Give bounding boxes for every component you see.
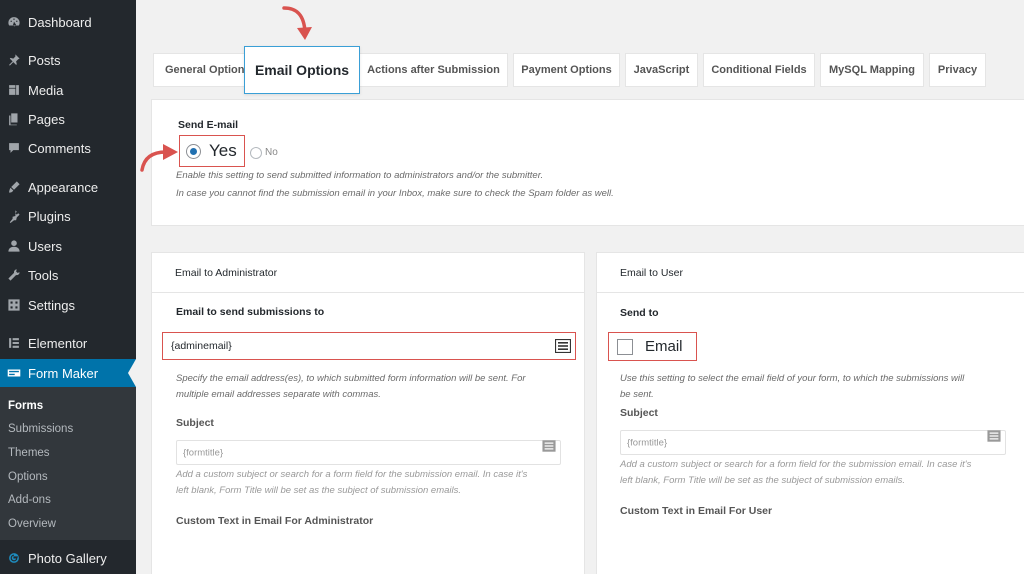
sidebar-item-pages[interactable]: Pages xyxy=(0,105,136,133)
sidebar-item-label: Media xyxy=(28,82,64,98)
wrench-icon xyxy=(7,268,21,282)
admin-custom-text-label: Custom Text in Email For Administrator xyxy=(176,515,374,527)
field-list-icon[interactable] xyxy=(554,338,572,354)
sidebar-item-dashboard[interactable]: Dashboard xyxy=(0,8,136,36)
submenu-item-forms[interactable]: Forms xyxy=(8,400,43,412)
sidebar-item-label: Pages xyxy=(28,111,65,127)
send-email-description-2: In case you cannot find the submission e… xyxy=(176,188,614,199)
sidebar-item-label: Users xyxy=(28,238,62,254)
admin-subject-value: {formtitle} xyxy=(183,447,224,458)
annotation-arrow-icon xyxy=(140,144,178,172)
admin-subject-label: Subject xyxy=(176,417,214,429)
tab-email-options[interactable]: Email Options xyxy=(244,46,360,94)
user-custom-text-label: Custom Text in Email For User xyxy=(620,505,773,517)
sidebar-item-media[interactable]: Media xyxy=(0,76,136,104)
tab-conditional-fields[interactable]: Conditional Fields xyxy=(703,53,815,87)
sidebar-item-label: Elementor xyxy=(28,335,88,351)
user-send-description-1: Use this setting to select the email fie… xyxy=(620,373,965,384)
sidebar-item-elementor[interactable]: Elementor xyxy=(0,329,136,357)
sidebar-item-label: Photo Gallery xyxy=(28,550,107,566)
paintbrush-icon xyxy=(7,180,21,194)
sidebar-item-label: Appearance xyxy=(28,179,99,195)
user-icon xyxy=(7,239,21,253)
sidebar-item-users[interactable]: Users xyxy=(0,232,136,260)
sidebar-item-form-maker[interactable]: Form Maker xyxy=(0,359,136,387)
admin-subject-description-1: Add a custom subject or search for a for… xyxy=(176,469,528,480)
settings-icon xyxy=(7,298,21,312)
admin-send-description-2: multiple email addresses separate with c… xyxy=(176,389,381,400)
tab-privacy[interactable]: Privacy xyxy=(929,53,986,87)
sidebar-item-label: Settings xyxy=(28,297,75,313)
send-email-label: Send E-mail xyxy=(178,119,239,131)
form-maker-submenu: Forms Submissions Themes Options Add-ons… xyxy=(0,387,136,540)
user-email-checkbox[interactable] xyxy=(617,339,633,355)
user-subject-description-2: left blank, Form Title will be set as th… xyxy=(620,475,906,486)
active-indicator xyxy=(128,359,136,387)
admin-email-value: {adminemail} xyxy=(171,340,232,352)
send-email-description-1: Enable this setting to send submitted in… xyxy=(176,170,544,181)
tab-actions-after-submission[interactable]: Actions after Submission xyxy=(359,53,508,87)
sidebar-item-comments[interactable]: Comments xyxy=(0,134,136,162)
sidebar-item-label: Posts xyxy=(28,52,61,68)
user-email-checkbox-label: Email xyxy=(645,338,683,355)
email-to-administrator-panel: Email to Administrator Email to send sub… xyxy=(151,252,585,574)
admin-sidebar: Dashboard Posts Media Pages Comments App… xyxy=(0,0,136,574)
no-radio-label: No xyxy=(265,147,278,158)
admin-panel-header: Email to Administrator xyxy=(152,253,584,293)
media-icon xyxy=(7,83,21,97)
sidebar-item-label: Comments xyxy=(28,140,91,156)
field-list-icon[interactable] xyxy=(542,440,556,453)
elementor-icon xyxy=(7,336,21,350)
yes-radio-label: Yes xyxy=(209,141,237,160)
yes-radio[interactable] xyxy=(186,144,201,159)
admin-send-description-1: Specify the email address(es), to which … xyxy=(176,373,526,384)
user-subject-value: {formtitle} xyxy=(627,437,668,448)
user-subject-input[interactable]: {formtitle} xyxy=(620,430,1006,455)
pushpin-icon xyxy=(7,53,21,67)
sidebar-item-appearance[interactable]: Appearance xyxy=(0,173,136,201)
sidebar-item-label: Tools xyxy=(28,267,59,283)
photo-gallery-icon xyxy=(7,551,21,565)
tab-mysql-mapping[interactable]: MySQL Mapping xyxy=(820,53,924,87)
user-subject-description-1: Add a custom subject or search for a for… xyxy=(620,459,972,470)
sidebar-item-label: Plugins xyxy=(28,208,71,224)
user-panel-header: Email to User xyxy=(597,253,1024,293)
sidebar-item-posts[interactable]: Posts xyxy=(0,46,136,74)
user-subject-label: Subject xyxy=(620,407,658,419)
dashboard-icon xyxy=(7,15,21,29)
submenu-item-overview[interactable]: Overview xyxy=(8,518,56,530)
admin-subject-input[interactable]: {formtitle} xyxy=(176,440,561,465)
user-send-description-2: be sent. xyxy=(620,389,654,400)
submenu-item-options[interactable]: Options xyxy=(8,471,48,483)
admin-send-label: Email to send submissions to xyxy=(176,306,325,318)
sidebar-item-plugins[interactable]: Plugins xyxy=(0,202,136,230)
submenu-item-add-ons[interactable]: Add-ons xyxy=(8,494,51,506)
plugin-icon xyxy=(7,209,21,223)
comment-icon xyxy=(7,141,21,155)
user-email-checkbox-highlight: Email xyxy=(608,332,697,361)
no-radio[interactable] xyxy=(250,147,262,159)
sidebar-item-label: Dashboard xyxy=(28,14,92,30)
field-list-icon[interactable] xyxy=(987,430,1001,443)
yes-highlight-box: Yes xyxy=(179,135,245,167)
sidebar-item-label: Form Maker xyxy=(28,365,99,381)
tab-general-options[interactable]: General Options xyxy=(153,53,245,87)
tab-payment-options[interactable]: Payment Options xyxy=(513,53,620,87)
user-send-to-label: Send to xyxy=(620,307,659,319)
email-to-user-panel: Email to User Send to Email Use this set… xyxy=(596,252,1024,574)
annotation-arrow-icon xyxy=(282,6,312,40)
sidebar-item-photo-gallery[interactable]: Photo Gallery xyxy=(0,544,136,572)
submenu-item-submissions[interactable]: Submissions xyxy=(8,423,73,435)
submenu-item-themes[interactable]: Themes xyxy=(8,447,50,459)
sidebar-item-settings[interactable]: Settings xyxy=(0,291,136,319)
pages-icon xyxy=(7,112,21,126)
admin-subject-description-2: left blank, Form Title will be set as th… xyxy=(176,485,462,496)
sidebar-item-tools[interactable]: Tools xyxy=(0,261,136,289)
admin-email-input[interactable]: {adminemail} xyxy=(162,332,576,360)
tab-javascript[interactable]: JavaScript xyxy=(625,53,698,87)
send-email-panel: Send E-mail Yes No Enable this setting t… xyxy=(151,99,1024,226)
form-icon xyxy=(7,366,21,380)
